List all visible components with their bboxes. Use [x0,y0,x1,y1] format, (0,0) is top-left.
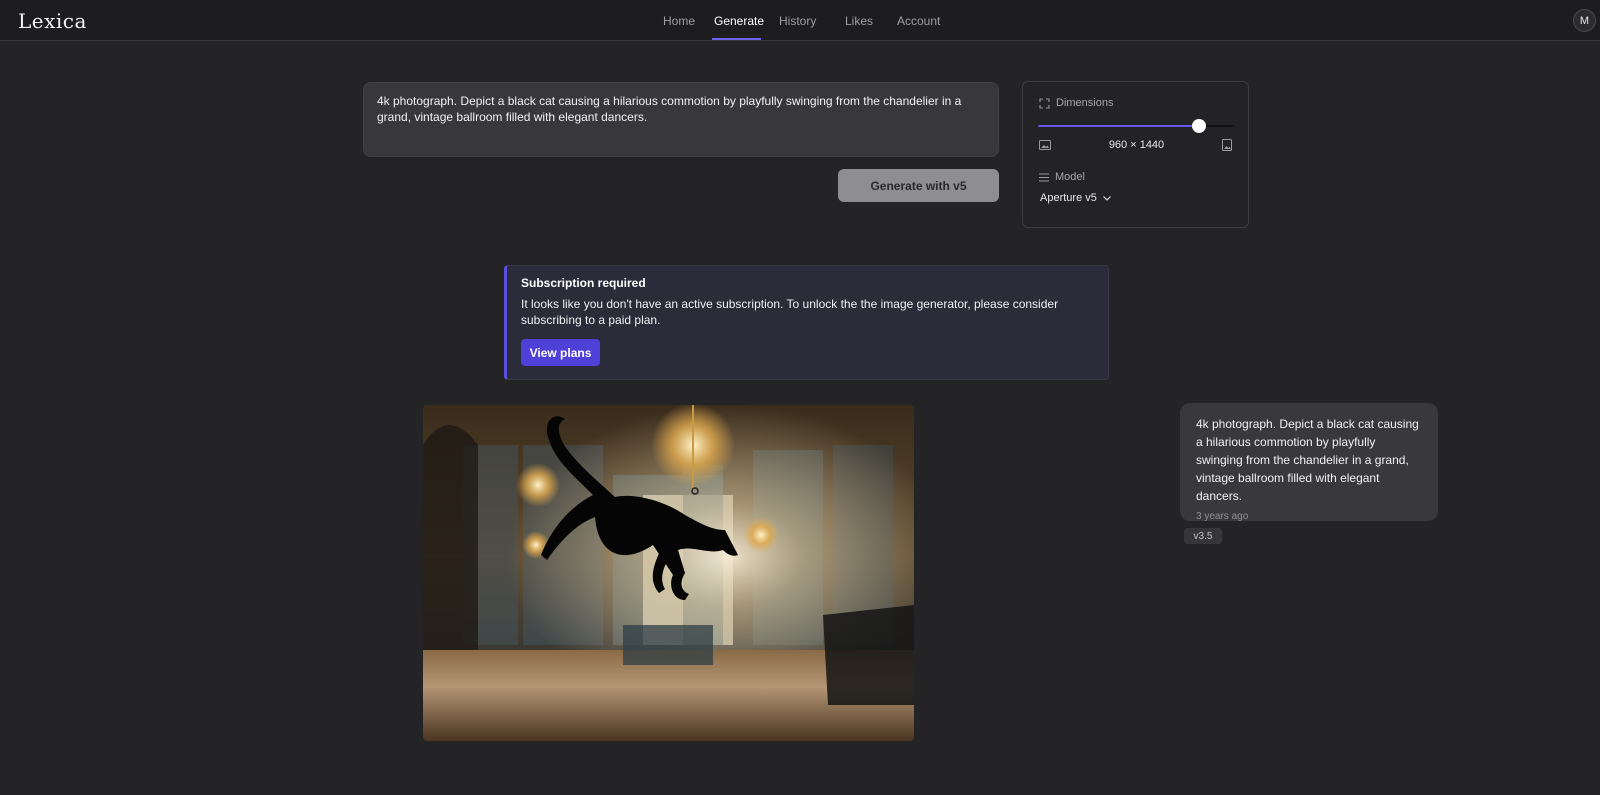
dimensions-label-text: Dimensions [1056,97,1114,109]
result-timestamp: 3 years ago [1196,511,1249,522]
nav-home[interactable]: Home [663,14,695,28]
result-prompt-text: 4k photograph. Depict a black cat causin… [1196,417,1419,503]
generation-settings-panel: Dimensions 960 × 1440 Model Aperture v5 [1022,81,1249,228]
dimensions-label: Dimensions [1039,97,1113,109]
view-plans-button[interactable]: View plans [521,339,600,366]
expand-icon [1039,97,1050,109]
image-portrait-icon[interactable] [1222,139,1232,151]
top-navigation-bar: Lexica Home Generate History Likes Accou… [0,0,1600,41]
alert-title: Subscription required [521,276,646,290]
active-tab-indicator [712,38,761,40]
chevron-down-icon [1102,195,1111,201]
model-select[interactable]: Aperture v5 [1040,192,1111,204]
slider-thumb[interactable] [1191,119,1206,133]
prompt-input[interactable]: 4k photograph. Depict a black cat causin… [363,82,999,157]
subscription-alert: Subscription required It looks like you … [504,265,1109,380]
cat-ballroom-image [423,405,914,741]
model-value: Aperture v5 [1040,192,1097,204]
user-avatar[interactable]: M [1573,9,1596,32]
nav-likes[interactable]: Likes [845,14,873,28]
list-icon [1039,173,1049,181]
dimensions-value: 960 × 1440 [1108,139,1165,151]
result-prompt-card: 4k photograph. Depict a black cat causin… [1180,403,1438,522]
dimensions-slider[interactable] [1038,119,1234,133]
generated-image[interactable] [423,405,914,741]
nav-history[interactable]: History [779,14,816,28]
model-label: Model [1039,171,1085,183]
slider-fill [1038,125,1199,127]
nav-generate[interactable]: Generate [714,14,764,28]
generate-button[interactable]: Generate with v5 [838,169,999,202]
alert-body: It looks like you don't have an active s… [521,297,1059,327]
nav-account[interactable]: Account [897,14,940,28]
model-label-text: Model [1055,171,1085,183]
version-badge: v3.5 [1184,528,1222,544]
main-nav: Home Generate History Likes Account [0,0,1600,41]
